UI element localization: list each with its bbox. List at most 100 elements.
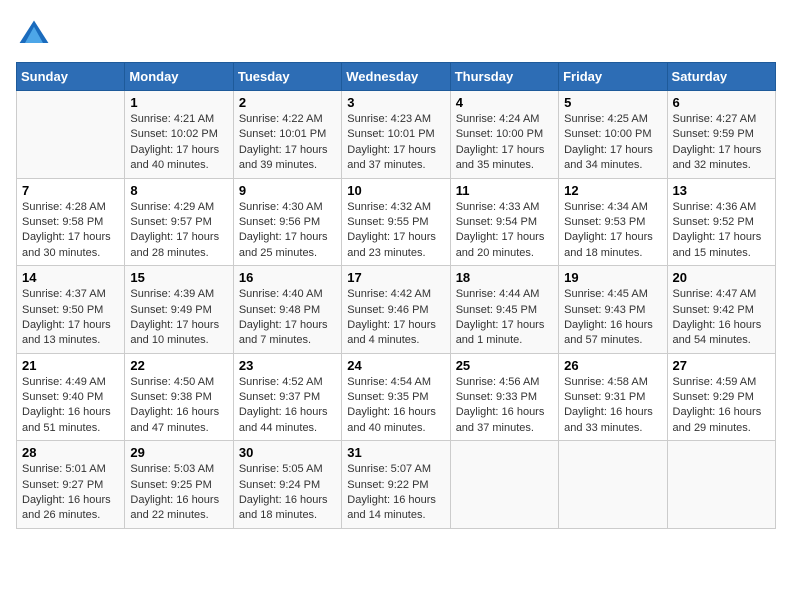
day-number: 30: [239, 445, 336, 460]
day-cell: 24Sunrise: 4:54 AM Sunset: 9:35 PM Dayli…: [342, 353, 450, 441]
day-number: 29: [130, 445, 227, 460]
day-info: Sunrise: 4:56 AM Sunset: 9:33 PM Dayligh…: [456, 375, 553, 437]
day-info: Sunrise: 4:40 AM Sunset: 9:48 PM Dayligh…: [239, 287, 336, 349]
day-cell: 14 Sunrise: 4:37 AM Sunset: 9:50 PM Dayli…: [17, 266, 125, 354]
week-row-2: 7 Sunrise: 4:28 AM Sunset: 9:58 PM Daylig…: [17, 178, 776, 266]
day-cell: 8Sunrise: 4:29 AM Sunset: 9:57 PM Daylig…: [125, 178, 233, 266]
day-cell: 23 Sunrise: 4:52 AM Sunset: 9:37 PM Dayli…: [233, 353, 341, 441]
day-number: 3: [347, 95, 444, 110]
day-number: 23: [239, 358, 336, 373]
day-number: 12: [564, 183, 661, 198]
day-info: Sunrise: 4:21 AM Sunset: 10:02 PM Daylig…: [130, 112, 227, 174]
day-number: 1: [130, 95, 227, 110]
day-info: Sunrise: 4:44 AM Sunset: 9:45 PM Dayligh…: [456, 287, 553, 349]
day-number: 16: [239, 270, 336, 285]
day-info: Sunrise: 4:42 AM Sunset: 9:46 PM Dayligh…: [347, 287, 444, 349]
day-cell: 12 Sunrise: 4:34 AM Sunset: 9:53 PM Dayli…: [559, 178, 667, 266]
day-cell: 1 Sunrise: 4:21 AM Sunset: 10:02 PM Dayli…: [125, 91, 233, 179]
day-cell: 9 Sunrise: 4:30 AM Sunset: 9:56 PM Daylig…: [233, 178, 341, 266]
day-number: 9: [239, 183, 336, 198]
day-info: Sunrise: 4:52 AM Sunset: 9:37 PM Dayligh…: [239, 375, 336, 437]
day-cell: [450, 441, 558, 529]
week-row-5: 28 Sunrise: 5:01 AM Sunset: 9:27 PM Dayli…: [17, 441, 776, 529]
day-info: Sunrise: 4:34 AM Sunset: 9:53 PM Dayligh…: [564, 200, 661, 262]
day-info: Sunrise: 4:22 AM Sunset: 10:01 PM Daylig…: [239, 112, 336, 174]
day-info: Sunrise: 4:27 AM Sunset: 9:59 PM Dayligh…: [673, 112, 770, 174]
day-cell: 26 Sunrise: 4:58 AM Sunset: 9:31 PM Dayli…: [559, 353, 667, 441]
header-day-tuesday: Tuesday: [233, 63, 341, 91]
day-number: 24: [347, 358, 444, 373]
day-info: Sunrise: 5:01 AM Sunset: 9:27 PM Dayligh…: [22, 462, 119, 524]
day-cell: 11 Sunrise: 4:33 AM Sunset: 9:54 PM Dayli…: [450, 178, 558, 266]
logo-icon: [16, 16, 52, 52]
day-info: Sunrise: 4:49 AM Sunset: 9:40 PM Dayligh…: [22, 375, 119, 437]
day-info: Sunrise: 5:07 AM Sunset: 9:22 PM Dayligh…: [347, 462, 444, 524]
day-number: 2: [239, 95, 336, 110]
day-cell: 27 Sunrise: 4:59 AM Sunset: 9:29 PM Dayli…: [667, 353, 775, 441]
day-cell: 20Sunrise: 4:47 AM Sunset: 9:42 PM Dayli…: [667, 266, 775, 354]
day-info: Sunrise: 4:23 AM Sunset: 10:01 PM Daylig…: [347, 112, 444, 174]
header-day-wednesday: Wednesday: [342, 63, 450, 91]
header-day-friday: Friday: [559, 63, 667, 91]
day-cell: 13Sunrise: 4:36 AM Sunset: 9:52 PM Dayli…: [667, 178, 775, 266]
header-day-sunday: Sunday: [17, 63, 125, 91]
day-info: Sunrise: 4:59 AM Sunset: 9:29 PM Dayligh…: [673, 375, 770, 437]
day-info: Sunrise: 4:25 AM Sunset: 10:00 PM Daylig…: [564, 112, 661, 174]
day-info: Sunrise: 4:58 AM Sunset: 9:31 PM Dayligh…: [564, 375, 661, 437]
day-cell: 6Sunrise: 4:27 AM Sunset: 9:59 PM Daylig…: [667, 91, 775, 179]
day-number: 15: [130, 270, 227, 285]
day-cell: 4 Sunrise: 4:24 AM Sunset: 10:00 PM Dayli…: [450, 91, 558, 179]
logo: [16, 16, 56, 52]
day-number: 11: [456, 183, 553, 198]
day-number: 8: [130, 183, 227, 198]
day-number: 5: [564, 95, 661, 110]
day-number: 19: [564, 270, 661, 285]
day-number: 18: [456, 270, 553, 285]
day-cell: 31 Sunrise: 5:07 AM Sunset: 9:22 PM Dayli…: [342, 441, 450, 529]
day-cell: 22Sunrise: 4:50 AM Sunset: 9:38 PM Dayli…: [125, 353, 233, 441]
day-cell: 18 Sunrise: 4:44 AM Sunset: 9:45 PM Dayli…: [450, 266, 558, 354]
day-cell: 16 Sunrise: 4:40 AM Sunset: 9:48 PM Dayli…: [233, 266, 341, 354]
day-number: 28: [22, 445, 119, 460]
header-day-monday: Monday: [125, 63, 233, 91]
day-info: Sunrise: 4:28 AM Sunset: 9:58 PM Dayligh…: [22, 200, 119, 262]
day-info: Sunrise: 4:24 AM Sunset: 10:00 PM Daylig…: [456, 112, 553, 174]
day-info: Sunrise: 4:33 AM Sunset: 9:54 PM Dayligh…: [456, 200, 553, 262]
day-info: Sunrise: 5:03 AM Sunset: 9:25 PM Dayligh…: [130, 462, 227, 524]
header-day-saturday: Saturday: [667, 63, 775, 91]
day-info: Sunrise: 4:45 AM Sunset: 9:43 PM Dayligh…: [564, 287, 661, 349]
day-number: 25: [456, 358, 553, 373]
day-number: 10: [347, 183, 444, 198]
day-info: Sunrise: 4:37 AM Sunset: 9:50 PM Dayligh…: [22, 287, 119, 349]
day-number: 4: [456, 95, 553, 110]
day-cell: 7 Sunrise: 4:28 AM Sunset: 9:58 PM Daylig…: [17, 178, 125, 266]
day-number: 22: [130, 358, 227, 373]
day-info: Sunrise: 4:30 AM Sunset: 9:56 PM Dayligh…: [239, 200, 336, 262]
day-cell: [559, 441, 667, 529]
day-number: 27: [673, 358, 770, 373]
day-number: 7: [22, 183, 119, 198]
calendar-table: SundayMondayTuesdayWednesdayThursdayFrid…: [16, 62, 776, 529]
day-number: 13: [673, 183, 770, 198]
day-cell: 2 Sunrise: 4:22 AM Sunset: 10:01 PM Dayli…: [233, 91, 341, 179]
day-cell: 25 Sunrise: 4:56 AM Sunset: 9:33 PM Dayli…: [450, 353, 558, 441]
day-cell: 29 Sunrise: 5:03 AM Sunset: 9:25 PM Dayli…: [125, 441, 233, 529]
day-cell: 28 Sunrise: 5:01 AM Sunset: 9:27 PM Dayli…: [17, 441, 125, 529]
week-row-3: 14 Sunrise: 4:37 AM Sunset: 9:50 PM Dayli…: [17, 266, 776, 354]
day-cell: 5 Sunrise: 4:25 AM Sunset: 10:00 PM Dayli…: [559, 91, 667, 179]
day-number: 31: [347, 445, 444, 460]
day-info: Sunrise: 5:05 AM Sunset: 9:24 PM Dayligh…: [239, 462, 336, 524]
day-cell: 3 Sunrise: 4:23 AM Sunset: 10:01 PM Dayli…: [342, 91, 450, 179]
day-number: 26: [564, 358, 661, 373]
day-number: 14: [22, 270, 119, 285]
day-cell: [17, 91, 125, 179]
day-info: Sunrise: 4:32 AM Sunset: 9:55 PM Dayligh…: [347, 200, 444, 262]
page-header: [16, 16, 776, 52]
day-cell: 19 Sunrise: 4:45 AM Sunset: 9:43 PM Dayli…: [559, 266, 667, 354]
week-row-4: 21Sunrise: 4:49 AM Sunset: 9:40 PM Dayli…: [17, 353, 776, 441]
day-cell: 15 Sunrise: 4:39 AM Sunset: 9:49 PM Dayli…: [125, 266, 233, 354]
day-cell: 10 Sunrise: 4:32 AM Sunset: 9:55 PM Dayli…: [342, 178, 450, 266]
day-info: Sunrise: 4:47 AM Sunset: 9:42 PM Dayligh…: [673, 287, 770, 349]
day-cell: 17Sunrise: 4:42 AM Sunset: 9:46 PM Dayli…: [342, 266, 450, 354]
day-info: Sunrise: 4:39 AM Sunset: 9:49 PM Dayligh…: [130, 287, 227, 349]
